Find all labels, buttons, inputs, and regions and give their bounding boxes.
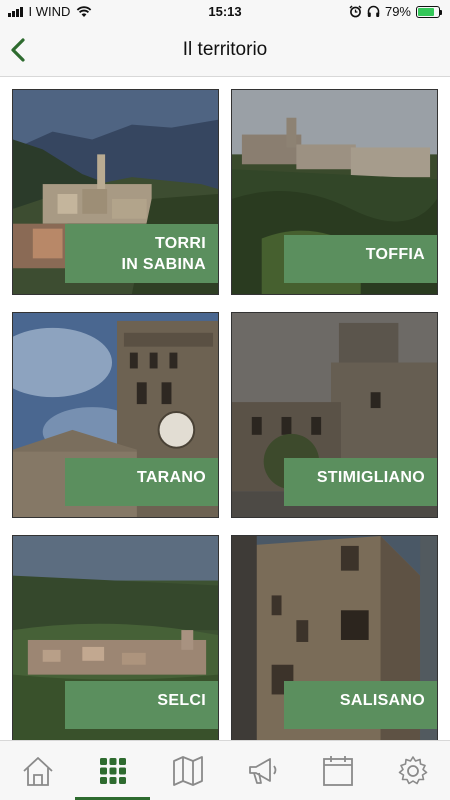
status-right: 79% <box>349 4 442 19</box>
tab-territory[interactable] <box>75 741 150 800</box>
battery-fill <box>418 7 434 16</box>
tile-label: SALISANO <box>284 681 437 729</box>
gear-icon <box>398 756 427 785</box>
battery-icon <box>416 5 442 18</box>
tile-tarano[interactable]: TARANO <box>12 312 219 518</box>
map-icon <box>172 756 203 786</box>
megaphone-icon <box>248 758 276 784</box>
status-bar: I WIND 15:13 79% <box>0 0 450 24</box>
tab-news[interactable] <box>225 741 300 800</box>
headphones-icon <box>367 5 380 17</box>
page-title: Il territorio <box>182 39 268 60</box>
header: Il territorio <box>0 24 450 77</box>
tile-label: SELCI <box>65 681 218 729</box>
tab-settings[interactable] <box>375 741 450 800</box>
tab-map[interactable] <box>150 741 225 800</box>
tab-events[interactable] <box>300 741 375 800</box>
tile-torri-in-sabina[interactable]: TORRI IN SABINA <box>12 89 219 295</box>
battery-percent: 79% <box>384 4 411 19</box>
home-icon <box>22 757 53 786</box>
tile-selci[interactable]: SELCI <box>12 535 219 741</box>
tile-label: STIMIGLIANO <box>284 458 437 506</box>
tile-salisano[interactable]: SALISANO <box>231 535 438 741</box>
calendar-icon <box>322 756 353 786</box>
tab-home[interactable] <box>0 741 75 800</box>
tile-label: TORRI IN SABINA <box>65 224 218 283</box>
tile-label: TARANO <box>65 458 218 506</box>
alarm-icon <box>349 5 362 18</box>
grid-icon <box>99 758 126 784</box>
tab-bar <box>0 740 450 800</box>
tile-toffia[interactable]: TOFFIA <box>231 89 438 295</box>
tile-label: TOFFIA <box>284 235 437 283</box>
tile-stimigliano[interactable]: STIMIGLIANO <box>231 312 438 518</box>
